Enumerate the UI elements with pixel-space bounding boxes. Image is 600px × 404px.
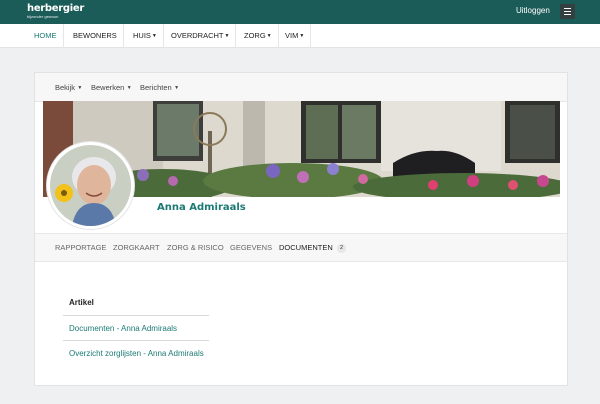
article-link[interactable]: Documenten - Anna Admiraals: [69, 324, 177, 333]
caret-down-icon: ▼: [76, 85, 83, 91]
view-label: Bekijk: [55, 83, 76, 92]
caret-down-icon: ▼: [299, 33, 305, 39]
documents-count-badge: 2: [337, 244, 346, 253]
edit-label: Bewerken: [91, 83, 125, 92]
caret-down-icon: ▼: [224, 33, 230, 39]
nav-label: HOME: [34, 31, 57, 40]
caret-down-icon: ▼: [172, 85, 180, 91]
tab-documenten[interactable]: DOCUMENTEN: [279, 243, 333, 252]
article-column-header: Artikel: [69, 298, 94, 307]
tab-zorgkaart[interactable]: ZORGKAART: [113, 243, 160, 252]
main-nav: HOME BEWONERS HUIS▼ OVERDRACHT▼ ZORG▼ VI…: [0, 24, 600, 48]
view-dropdown[interactable]: Bekijk ▼: [55, 83, 82, 92]
nav-item-huis[interactable]: HUIS▼: [127, 24, 164, 48]
caret-down-icon: ▼: [125, 85, 132, 91]
nav-label: HUIS: [133, 31, 151, 40]
top-bar: herbergier bijzonder gewoon Uitloggen: [0, 0, 600, 24]
caret-down-icon: ▼: [151, 33, 157, 39]
messages-dropdown[interactable]: Berichten ▼: [140, 83, 179, 92]
tab-rapportage[interactable]: RAPPORTAGE: [55, 243, 106, 252]
caret-down-icon: ▼: [266, 33, 272, 39]
resident-name: Anna Admiraals: [157, 202, 246, 213]
logo-tagline: bijzonder gewoon: [27, 14, 59, 19]
avatar: [47, 142, 134, 229]
nav-label: BEWONERS: [73, 31, 117, 40]
nav-item-zorg[interactable]: ZORG▼: [238, 24, 279, 48]
nav-item-home[interactable]: HOME: [28, 24, 64, 48]
tab-gegevens[interactable]: GEGEVENS: [230, 243, 272, 252]
article-link[interactable]: Overzicht zorglijsten - Anna Admiraals: [69, 349, 204, 358]
avatar-illustration: [50, 145, 131, 226]
logo[interactable]: herbergier bijzonder gewoon: [27, 3, 85, 20]
edit-dropdown[interactable]: Bewerken ▼: [91, 83, 132, 92]
logo-name: herbergier: [27, 3, 85, 14]
messages-label: Berichten: [140, 83, 172, 92]
action-bar: Bekijk ▼ Bewerken ▼ Berichten ▼: [35, 73, 567, 102]
divider: [63, 340, 209, 341]
resident-card: Bekijk ▼ Bewerken ▼ Berichten ▼ Anna Adm…: [34, 72, 568, 386]
nav-item-overdracht[interactable]: OVERDRACHT▼: [165, 24, 237, 48]
nav-item-bewoners[interactable]: BEWONERS: [67, 24, 124, 48]
nav-label: ZORG: [244, 31, 266, 40]
nav-label: VIM: [285, 31, 299, 40]
logout-link[interactable]: Uitloggen: [516, 6, 550, 15]
divider: [63, 315, 209, 316]
nav-label: OVERDRACHT: [171, 31, 224, 40]
hamburger-icon[interactable]: [560, 4, 575, 19]
nav-item-vim[interactable]: VIM▼: [279, 24, 312, 48]
tab-zorg-risico[interactable]: ZORG & RISICO: [167, 243, 224, 252]
profile-tabs: RAPPORTAGE ZORGKAART ZORG & RISICO GEGEV…: [35, 233, 567, 262]
